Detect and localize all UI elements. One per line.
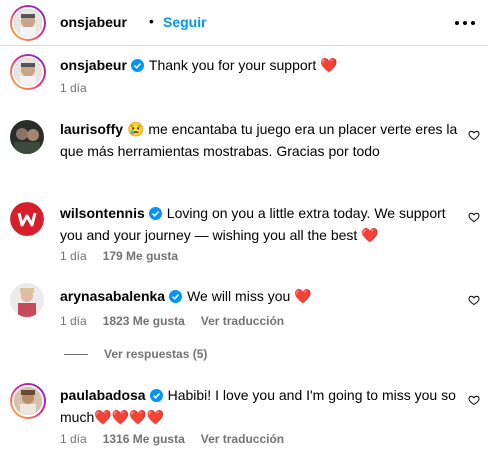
comment-username[interactable]: onsjabeur xyxy=(60,57,127,73)
comment-username[interactable]: wilsontennis xyxy=(60,205,145,221)
comment-text: Thank you for your support ❤️ xyxy=(148,57,338,73)
comment-meta: 1 día xyxy=(60,81,103,95)
comment-body: paulabadosa Habibi! I love you and I'm go… xyxy=(60,384,460,428)
comment-meta: 1 día 1316 Me gusta Ver traducción xyxy=(60,432,300,446)
translate-link[interactable]: Ver traducción xyxy=(201,432,284,446)
comment-body: laurisoffy 😢 me encantaba tu juego era un… xyxy=(60,118,460,162)
translate-link[interactable]: Ver traducción xyxy=(201,314,284,328)
comment-likes[interactable]: 1316 Me gusta xyxy=(103,432,185,446)
comment-meta: 1 día 179 Me gusta xyxy=(60,249,194,263)
commenter-avatar[interactable] xyxy=(10,383,46,419)
comment-meta: 1 día 1823 Me gusta Ver traducción xyxy=(60,314,300,328)
commenter-avatar[interactable] xyxy=(10,120,44,154)
separator-dot: • xyxy=(149,13,154,29)
more-options-icon[interactable] xyxy=(455,12,475,32)
commenter-avatar[interactable] xyxy=(10,54,46,90)
comment-username[interactable]: arynasabalenka xyxy=(60,288,165,304)
comment-body: onsjabeur Thank you for your support ❤️ xyxy=(60,54,460,76)
view-replies-button[interactable]: Ver respuestas (5) xyxy=(64,347,207,361)
verified-badge-icon xyxy=(149,389,163,402)
verified-badge-icon xyxy=(130,59,144,72)
comment-time[interactable]: 1 día xyxy=(60,81,87,95)
comment-username[interactable]: laurisoffy xyxy=(60,121,123,137)
avatar-image xyxy=(14,9,42,37)
author-username[interactable]: onsjabeur xyxy=(60,14,127,30)
comment-likes[interactable]: 1823 Me gusta xyxy=(103,314,185,328)
verified-badge-icon xyxy=(169,290,183,303)
like-heart-icon[interactable] xyxy=(468,129,480,141)
comment-time[interactable]: 1 día xyxy=(60,249,87,263)
commenter-avatar[interactable] xyxy=(10,202,44,236)
replies-divider xyxy=(64,354,88,356)
comment-time[interactable]: 1 día xyxy=(60,432,87,446)
comment-likes[interactable]: 179 Me gusta xyxy=(103,249,178,263)
avatar-image xyxy=(10,283,44,317)
avatar-image xyxy=(14,387,42,415)
like-heart-icon[interactable] xyxy=(468,394,480,406)
follow-button[interactable]: Seguir xyxy=(163,14,207,30)
comment-text: We will miss you ❤️ xyxy=(187,288,312,304)
comment-username[interactable]: paulabadosa xyxy=(60,387,146,403)
author-avatar[interactable] xyxy=(10,5,46,41)
comment-time[interactable]: 1 día xyxy=(60,314,87,328)
commenter-avatar[interactable] xyxy=(10,283,44,317)
comment-body: arynasabalenka We will miss you ❤️ xyxy=(60,285,460,307)
avatar-image xyxy=(10,120,44,154)
wilson-logo-icon xyxy=(10,202,44,236)
like-heart-icon[interactable] xyxy=(468,211,480,223)
verified-badge-icon xyxy=(148,207,162,220)
replies-label: Ver respuestas (5) xyxy=(104,347,208,361)
avatar-image xyxy=(14,58,42,86)
comment-body: wilsontennis Loving on you a little extra… xyxy=(60,202,460,246)
like-heart-icon[interactable] xyxy=(468,294,480,306)
post-header: onsjabeur • Seguir xyxy=(0,0,488,46)
